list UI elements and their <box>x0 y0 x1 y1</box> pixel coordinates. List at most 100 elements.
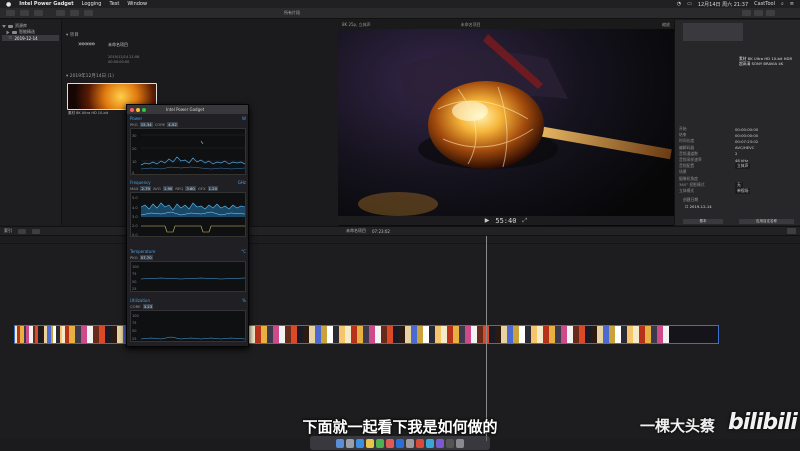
keyword-button[interactable] <box>70 10 79 16</box>
playhead[interactable] <box>486 236 487 441</box>
avg-frequency-value: 1.90 <box>162 186 174 191</box>
import-button[interactable] <box>56 10 65 16</box>
timecode[interactable]: 55:40 <box>495 217 516 225</box>
gfx-frequency-value: 1.20 <box>207 186 219 191</box>
messages-icon[interactable] <box>376 438 384 448</box>
layout-button[interactable] <box>766 10 775 16</box>
titles-button[interactable] <box>34 10 43 16</box>
row-value[interactable]: 立体声 <box>735 163 751 170</box>
date-group-header[interactable]: ▾ 2019年12月14日 (1) <box>66 73 114 79</box>
row-value[interactable]: 无 <box>735 181 743 188</box>
viewer-zoom[interactable]: 缩放 <box>662 22 670 28</box>
spotlight-icon[interactable]: ⌕ <box>781 1 784 8</box>
tool-select-button[interactable] <box>18 228 26 234</box>
finder-icon[interactable] <box>336 438 344 448</box>
pkg-label: PKG <box>130 255 138 260</box>
inspector-toggle[interactable] <box>754 10 763 16</box>
menu-test[interactable]: Test <box>109 1 119 7</box>
axis-tick: 4.0 <box>132 206 138 210</box>
pkg-temperature-value: 57.70 <box>139 255 153 260</box>
apple-icon[interactable]: ● <box>6 1 11 8</box>
date-value[interactable]: ☐ 2019-12-14 <box>685 204 712 209</box>
project-name[interactable]: 未命名项目 <box>108 42 128 48</box>
menu-logging[interactable]: Logging <box>82 1 102 7</box>
project-group-header[interactable]: ▾ 项目 <box>66 32 79 38</box>
safari-icon[interactable] <box>356 438 364 448</box>
project-date: 2019/12/14 21:06 <box>108 55 140 59</box>
app-menu[interactable]: Intel Power Gadget <box>19 1 73 7</box>
row-key: 时间长度 <box>679 138 695 144</box>
axis-tick: 100 <box>132 314 139 318</box>
apply-name-button[interactable]: 应用自定名称 <box>739 219 794 224</box>
chrome-icon[interactable] <box>366 438 374 448</box>
close-icon[interactable] <box>130 107 134 112</box>
check-button[interactable] <box>84 10 93 16</box>
menu-window[interactable]: Window <box>127 1 147 7</box>
row-value[interactable]: 单视场 <box>735 187 751 194</box>
temperature-plot: 100 75 50 25 <box>130 261 246 292</box>
row-value: 2 <box>735 151 738 157</box>
menu-list-icon[interactable]: ≡ <box>790 1 794 8</box>
inspector-rows: 开始 00:00:00:00 结束 00:00:00:00 时间长度 00:07:23… <box>679 126 797 194</box>
app-icon[interactable] <box>436 438 444 448</box>
frequency-section: Frequency GHz MAX 2.79 AVG 1.90 REQ 3.60 GFX… <box>130 180 246 237</box>
power-label: Power <box>130 116 143 121</box>
max-frequency-value: 2.79 <box>140 186 151 191</box>
disclosure-icon[interactable] <box>6 30 10 34</box>
settings-icon[interactable] <box>406 438 414 448</box>
axis-tick: 75 <box>132 321 136 325</box>
index-button[interactable]: 索引 <box>4 228 12 234</box>
fcp-icon[interactable] <box>416 438 424 448</box>
core-label: CORE <box>130 304 141 309</box>
disclosure-icon[interactable] <box>2 24 6 28</box>
max-label: MAX <box>130 186 139 191</box>
axis-tick: 20 <box>132 147 136 151</box>
zoom-icon[interactable] <box>142 107 146 112</box>
wifi-icon[interactable]: ◔ <box>677 1 681 8</box>
toolbar-center: 所有片段 <box>284 10 300 16</box>
status-app[interactable]: CastTool <box>754 1 775 8</box>
play-icon[interactable]: ▶ <box>485 217 490 224</box>
launchpad-icon[interactable] <box>346 438 354 448</box>
library-sidebar: 资源库 智能精选 ☆ 2019-12-14 <box>0 20 62 225</box>
clip-track[interactable] <box>14 325 719 344</box>
appstore-icon[interactable] <box>396 438 404 448</box>
menu-extras: ◔ ▭ 12月14日 周六 21:37 CastTool ⌕ ≡ <box>677 1 794 8</box>
project-icon[interactable]: »»»»» <box>78 40 95 48</box>
inspector-preview <box>683 23 743 41</box>
row-key: 开始 <box>679 126 687 132</box>
timeline-project: 未命名项目 <box>346 228 366 233</box>
share-button[interactable] <box>742 10 751 16</box>
core-power-value: 4.52 <box>167 122 178 127</box>
axis-tick: 0.0 <box>132 233 138 237</box>
date-value-text: 2019-12-14 <box>689 204 712 209</box>
music-icon[interactable] <box>386 438 394 448</box>
row-key: 立体模式 <box>679 187 695 193</box>
metadata-button[interactable]: 基本 <box>683 219 723 224</box>
photos-button[interactable] <box>20 10 29 16</box>
inspector-clip-title: 素材 8K Ultra HD 10-bit HDR 超高清 SONY BRAVI… <box>739 56 793 66</box>
fullscreen-icon[interactable]: ⤢ <box>522 217 527 225</box>
trash-icon[interactable] <box>456 438 464 448</box>
folder-icon <box>12 30 17 34</box>
power-section: Power W PKG 15.34 CORE 4.52 30 20 10 0 <box>130 116 247 175</box>
gadget-title: Intel Power Gadget <box>166 107 205 112</box>
menu-clock[interactable]: 12月14日 周六 21:37 <box>698 1 748 8</box>
tool-arrow-button[interactable] <box>32 228 40 234</box>
library-event[interactable]: ☆ 2019-12-14 <box>2 35 59 41</box>
library-filter[interactable]: 所有片段 <box>284 10 300 16</box>
library-button[interactable] <box>6 10 15 16</box>
gadget-icon[interactable] <box>426 438 434 448</box>
utilization-section: Utilization% CORE 3.23 100 75 50 25 <box>130 298 246 342</box>
axis-tick: 50 <box>132 280 136 284</box>
minimize-icon[interactable] <box>136 107 140 112</box>
bilibili-logo: bilibili <box>728 410 798 435</box>
frequency-plot: 5.0 4.0 3.0 2.0 0.0 <box>130 192 246 237</box>
library-smart-label: 智能精选 <box>19 29 35 34</box>
timeline-ruler[interactable] <box>0 236 800 244</box>
timeline-zoom-button[interactable] <box>787 228 796 234</box>
axis-tick: 3.0 <box>132 215 138 219</box>
gadget-titlebar[interactable]: Intel Power Gadget <box>127 105 248 114</box>
battery-icon[interactable]: ▭ <box>687 1 692 8</box>
terminal-icon[interactable] <box>446 438 454 448</box>
